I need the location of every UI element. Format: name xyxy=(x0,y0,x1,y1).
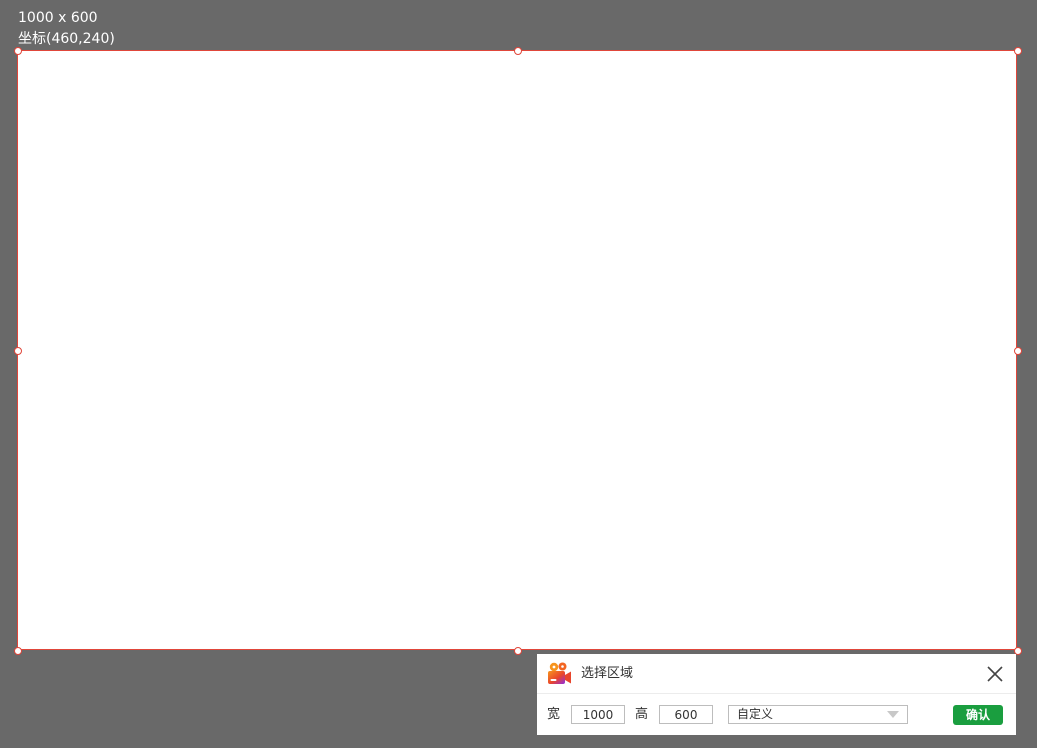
resize-handle-top-right[interactable] xyxy=(1014,47,1022,55)
dropdown-arrow-icon xyxy=(887,711,899,718)
width-input[interactable] xyxy=(571,705,625,724)
selection-coordinate-readout: 坐标(460,240) xyxy=(18,31,115,47)
capture-selection-area[interactable] xyxy=(17,50,1017,650)
panel-title: 选择区域 xyxy=(581,666,634,681)
height-input[interactable] xyxy=(659,705,713,724)
height-label: 高 xyxy=(635,707,649,722)
preset-dropdown[interactable]: 自定义 xyxy=(728,705,908,724)
panel-header: 选择区域 xyxy=(537,654,1016,694)
selection-size-readout: 1000 x 600 xyxy=(18,10,98,26)
resize-handle-bottom-center[interactable] xyxy=(514,647,522,655)
resize-handle-middle-right[interactable] xyxy=(1014,347,1022,355)
confirm-button[interactable]: 确认 xyxy=(953,705,1003,725)
width-label: 宽 xyxy=(547,707,561,722)
resize-handle-bottom-left[interactable] xyxy=(14,647,22,655)
panel-body: 宽 高 自定义 确认 xyxy=(537,694,1016,735)
resize-handle-top-left[interactable] xyxy=(14,47,22,55)
video-camera-logo-icon xyxy=(548,662,571,684)
select-area-panel: 选择区域 宽 高 自定义 确认 xyxy=(537,654,1016,735)
preset-dropdown-value: 自定义 xyxy=(737,707,774,721)
resize-handle-middle-left[interactable] xyxy=(14,347,22,355)
close-icon[interactable] xyxy=(984,663,1006,685)
resize-handle-top-center[interactable] xyxy=(514,47,522,55)
